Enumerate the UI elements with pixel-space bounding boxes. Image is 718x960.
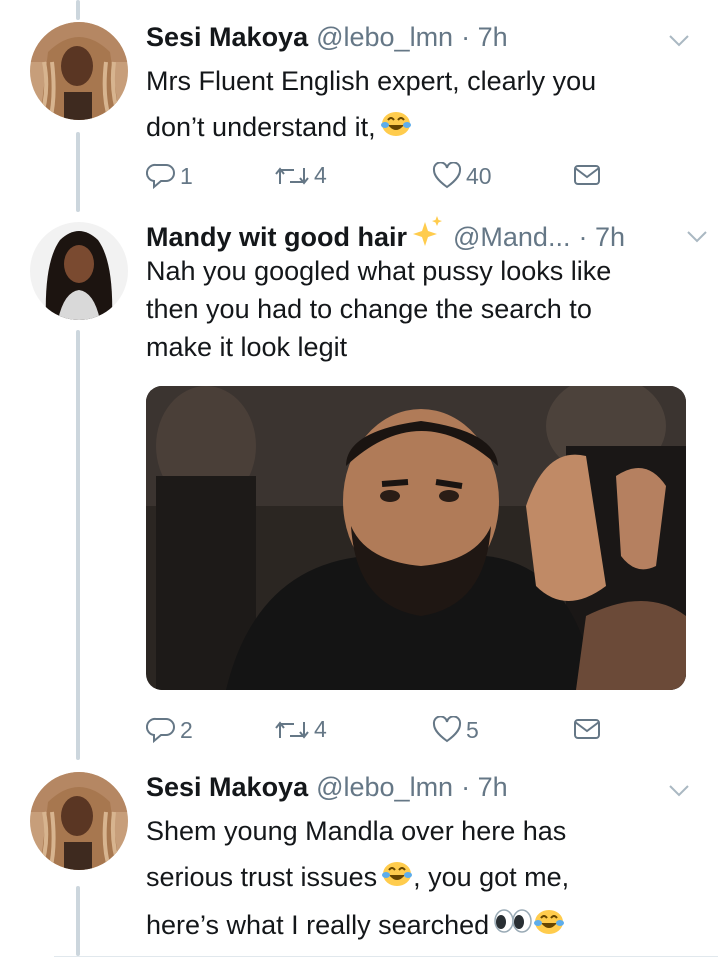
tweet-text-segment: here’s what I really searched — [146, 909, 490, 940]
tweet-text: Nah you googled what pussy looks like th… — [146, 252, 691, 366]
tweet-text-line: make it look legit — [146, 332, 348, 362]
retweet-count: 4 — [314, 162, 327, 188]
like-count: 5 — [466, 716, 479, 743]
retweet-icon — [275, 166, 309, 185]
timestamp[interactable]: · 7h — [578, 222, 625, 253]
retweet-button[interactable]: 4 — [274, 716, 327, 743]
face-with-tears-of-joy-icon — [533, 904, 565, 950]
divider — [54, 956, 718, 957]
direct-message-button[interactable] — [572, 716, 606, 742]
retweet-count: 4 — [314, 716, 327, 742]
tweet-text: Mrs Fluent English expert, clearly you d… — [146, 58, 691, 152]
tweet-header: Sesi Makoya @lebo_lmn · 7h — [146, 22, 508, 58]
tweet-text-line: serious trust issues , you got me, — [146, 854, 691, 902]
tweet-text-line: Shem young Mandla over here has — [146, 816, 567, 846]
chevron-down-icon[interactable] — [668, 34, 690, 48]
chevron-down-icon[interactable] — [686, 230, 708, 244]
reply-button[interactable]: 2 — [146, 716, 193, 744]
tweet-text-line: then you had to change the search to — [146, 294, 592, 324]
sparkles-icon — [413, 216, 442, 246]
face-with-tears-of-joy-icon — [380, 106, 412, 152]
display-name[interactable]: Sesi Makoya — [146, 22, 308, 53]
tweet-text-line: Nah you googled what pussy looks like — [146, 256, 612, 286]
tweet-media-photo[interactable] — [146, 386, 686, 690]
username[interactable]: @lebo_lmn — [316, 772, 453, 803]
tweet[interactable]: Sesi Makoya @lebo_lmn · 7h Shem young Ma… — [0, 772, 718, 956]
tweet-actions: 1 4 40 — [146, 162, 616, 192]
avatar[interactable] — [30, 222, 128, 320]
tweet-text-segment: , you got me, — [413, 862, 570, 892]
direct-message-icon — [574, 719, 600, 739]
avatar[interactable] — [30, 772, 128, 870]
reply-button[interactable]: 1 — [146, 162, 193, 190]
face-with-tears-of-joy-icon — [381, 856, 413, 902]
tweet-header: Mandy wit good hair @Mand... · 7h — [146, 216, 625, 252]
avatar[interactable] — [30, 22, 128, 120]
chevron-down-icon[interactable] — [668, 784, 690, 798]
tweet-text: Shem young Mandla over here has serious … — [146, 808, 691, 950]
reply-count: 1 — [180, 162, 193, 189]
timestamp[interactable]: · 7h — [461, 22, 508, 53]
tweet[interactable]: Mandy wit good hair @Mand... · 7h Nah yo… — [0, 212, 718, 752]
display-name[interactable]: Sesi Makoya — [146, 772, 308, 803]
retweet-button[interactable]: 4 — [274, 162, 327, 189]
like-count: 40 — [466, 162, 492, 189]
reply-icon — [146, 717, 175, 744]
username[interactable]: @lebo_lmn — [316, 22, 453, 53]
tweet-header: Sesi Makoya @lebo_lmn · 7h — [146, 772, 508, 808]
direct-message-icon — [574, 165, 600, 185]
reply-icon — [146, 163, 175, 190]
reply-count: 2 — [180, 716, 193, 743]
thread-line — [76, 0, 80, 20]
tweet-text-line: don’t understand it, — [146, 104, 691, 152]
tweet[interactable]: Sesi Makoya @lebo_lmn · 7h Mrs Fluent En… — [0, 22, 718, 202]
tweet-text-line: here’s what I really searched — [146, 902, 691, 950]
display-name[interactable]: Mandy wit good hair — [146, 222, 407, 253]
like-icon — [432, 716, 462, 743]
like-icon — [432, 162, 462, 189]
like-button[interactable]: 5 — [432, 716, 479, 744]
eyes-icon — [493, 904, 533, 950]
tweet-text-segment: don’t understand it, — [146, 112, 376, 142]
direct-message-button[interactable] — [572, 162, 606, 188]
retweet-icon — [275, 720, 309, 739]
tweet-actions: 2 4 5 — [146, 716, 616, 746]
username[interactable]: @Mand... — [453, 222, 570, 253]
timestamp[interactable]: · 7h — [461, 772, 508, 803]
tweet-text-segment: serious trust issues — [146, 862, 378, 892]
tweet-text-line: Mrs Fluent English expert, clearly you — [146, 66, 597, 96]
like-button[interactable]: 40 — [432, 162, 492, 190]
